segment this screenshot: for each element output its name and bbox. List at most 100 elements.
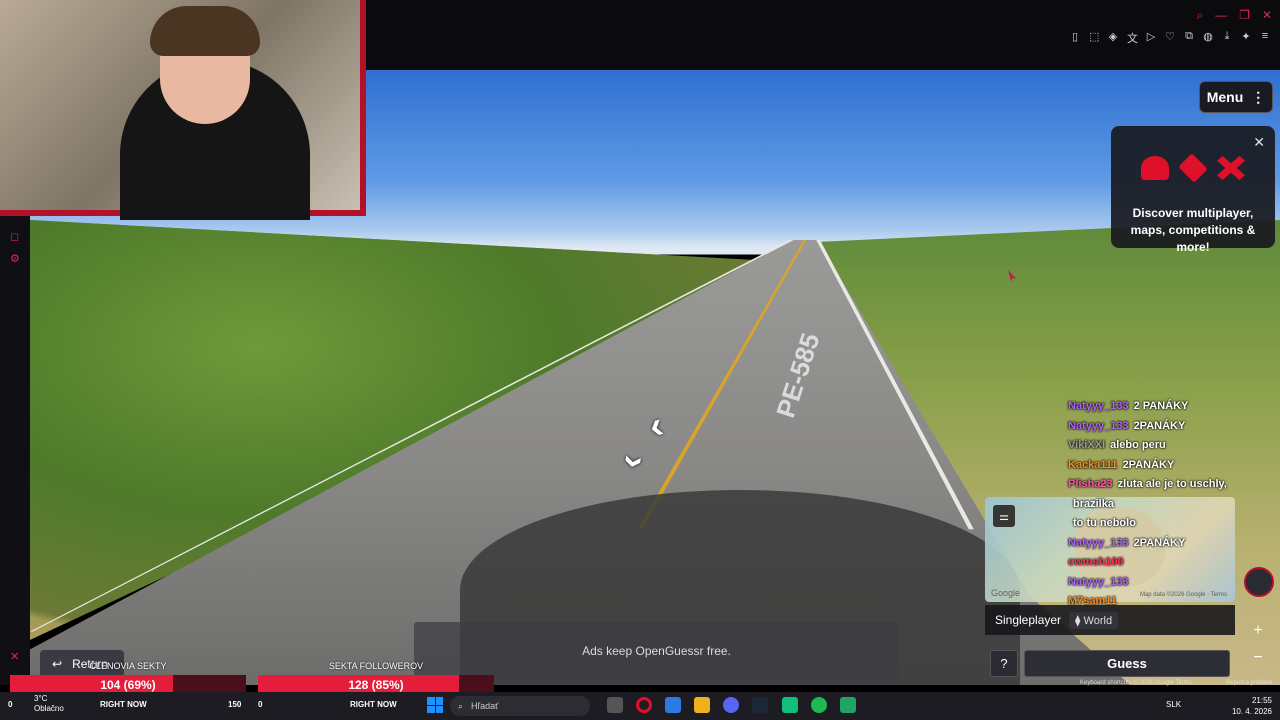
promo-text: Discover multiplayer, maps, competitions… xyxy=(1130,206,1256,254)
task-view-icon[interactable] xyxy=(607,697,623,713)
chat-message: brazilka xyxy=(1068,495,1268,515)
chat-message: Natyyy_133 2 PANÁKY xyxy=(1068,397,1268,417)
chat-username: Natyyy_133 xyxy=(1068,419,1129,432)
shield-icon[interactable]: ◈ xyxy=(1108,30,1118,46)
map-chip[interactable]: ⧫ World xyxy=(1069,611,1119,629)
chat-username: Natyyy_133 xyxy=(1068,536,1129,549)
menu-icon[interactable]: ≡ xyxy=(1260,30,1270,46)
report-problem-link[interactable]: Report a problem xyxy=(1226,680,1272,686)
webcam-overlay xyxy=(0,0,366,220)
taskbar-search[interactable]: ⌕ Hľadať xyxy=(450,696,590,716)
guess-button[interactable]: Guess xyxy=(1024,650,1230,677)
ad-text: Ads keep OpenGuessr free. xyxy=(582,644,731,658)
notepad-icon[interactable] xyxy=(840,697,856,713)
goal-title: SEKTA FOLLOWEROV xyxy=(328,661,424,671)
chat-message: to tu nebolo xyxy=(1068,514,1268,534)
goal-label: RIGHT NOW xyxy=(100,700,147,709)
search-icon: ⌕ xyxy=(458,700,464,711)
chat-text: to tu nebolo xyxy=(1073,517,1136,529)
search-icon[interactable]: ⌕ xyxy=(1196,8,1203,23)
chat-message: Natyyy_133 2PANÁKY xyxy=(1068,417,1268,437)
taskbar-clock[interactable]: 21:55 10. 4. 2026 xyxy=(1222,695,1272,717)
zoom-out-icon[interactable]: − xyxy=(1247,648,1269,670)
file-explorer-icon[interactable] xyxy=(694,697,710,713)
close-icon[interactable]: ✕ xyxy=(1253,134,1265,151)
promo-card[interactable]: ✕ Discover multiplayer, maps, competitio… xyxy=(1111,126,1275,254)
menu-label: Menu xyxy=(1206,89,1244,105)
bell-shape-icon xyxy=(1141,156,1169,180)
screenshot-icon[interactable]: ⬚ xyxy=(1089,30,1099,46)
goal-title: ČLENOVIA SEKTY xyxy=(89,661,167,671)
settings-icon[interactable]: ⚙ xyxy=(10,252,22,265)
star-shape-icon xyxy=(1217,156,1245,180)
minimize-icon[interactable]: — xyxy=(1215,8,1227,23)
app-icon[interactable] xyxy=(782,697,798,713)
chat-text: 2PANÁKY xyxy=(1133,419,1186,432)
game-mode: Singleplayer xyxy=(995,613,1062,627)
chat-message: Natyyy_133 2PANÁKY xyxy=(1068,534,1268,554)
map-footer-links[interactable]: Keyboard shortcuts © 2026 Google Terms xyxy=(1080,680,1192,686)
outlook-icon[interactable] xyxy=(665,697,681,713)
chat-message: VikiXXI alebo peru xyxy=(1068,436,1268,456)
chat-text: brazilka xyxy=(1073,497,1114,510)
opera-gx-icon[interactable] xyxy=(636,697,652,713)
goal-members: ČLENOVIA SEKTY 104 (69%) xyxy=(10,661,246,695)
steam-icon[interactable] xyxy=(752,697,768,713)
chat-text: 2PANÁKY xyxy=(1122,458,1175,471)
windows-taskbar: 3°C Oblačno 0 RIGHT NOW 150 0 RIGHT NOW … xyxy=(0,692,1280,720)
chat-message: cwmsh100 xyxy=(1068,553,1268,573)
google-logo: Google xyxy=(991,588,1021,598)
chat-text: zluta ale je to uschly, xyxy=(1117,478,1227,490)
chat-username: Natyyy_133 xyxy=(1068,400,1129,412)
translate-icon[interactable]: 文 xyxy=(1127,30,1138,46)
compass-icon[interactable] xyxy=(1244,567,1274,597)
extension-icons: ▯ ⬚ ◈ 文 ▷ ♡ ⧉ ◍ ⤓ ✦ ≡ xyxy=(1070,30,1270,46)
play-icon[interactable]: ▷ xyxy=(1146,30,1156,46)
clock-date: 10. 4. 2026 xyxy=(1231,707,1272,716)
chat-message: Natyyy_133 xyxy=(1068,573,1268,593)
weather-widget[interactable]: 3°C Oblačno xyxy=(34,694,64,714)
download-icon[interactable]: ⤓ xyxy=(1222,30,1232,46)
goal-min: 0 xyxy=(258,700,263,709)
discord-icon[interactable] xyxy=(723,697,739,713)
map-name: World xyxy=(1083,614,1113,627)
zoom-in-icon[interactable]: + xyxy=(1247,621,1269,643)
chat-overlay: Natyyy_133 2 PANÁKY Natyyy_133 2PANÁKY VikiX… xyxy=(1068,397,1268,612)
goal-label: RIGHT NOW xyxy=(350,700,397,709)
chat-username: VikiXXI xyxy=(1068,439,1106,451)
chat-username: cwmsh100 xyxy=(1068,556,1124,568)
chat-text: 2 PANÁKY xyxy=(1133,400,1189,412)
weather-desc: Oblačno xyxy=(34,704,64,713)
chat-message: Kacka111 2PANÁKY xyxy=(1068,456,1268,476)
language-indicator[interactable]: SLK xyxy=(1166,700,1181,709)
kebab-icon: ⋮ xyxy=(1251,88,1266,105)
menu-button[interactable]: Menu ⋮ xyxy=(1199,81,1273,113)
goal-followers: SEKTA FOLLOWEROV 128 (85%) xyxy=(258,661,494,695)
streamer-hair xyxy=(150,6,260,56)
bookmark-icon[interactable]: ▯ xyxy=(1070,30,1080,46)
weather-temp: 3°C xyxy=(34,694,48,703)
windows-start-icon[interactable] xyxy=(427,697,443,713)
game-mode-bar: Singleplayer ⧫ World xyxy=(985,605,1235,635)
minimap-settings-icon[interactable]: ⚌ xyxy=(993,505,1015,527)
puzzle-icon[interactable]: ⧉ xyxy=(1184,30,1194,46)
guess-controls: ? Guess xyxy=(990,650,1230,677)
close-icon[interactable]: ✕ xyxy=(1262,8,1272,23)
chat-text: 2PANÁKY xyxy=(1133,536,1186,549)
window-controls: ⌕ — ❐ ✕ xyxy=(1196,8,1272,23)
promo-illustration xyxy=(1141,153,1245,183)
chat-username: Natyyy_133 xyxy=(1068,575,1129,588)
chat-username: Kacka111 xyxy=(1068,458,1118,471)
restore-icon[interactable]: ❐ xyxy=(1239,8,1250,23)
profile-icon[interactable]: ◍ xyxy=(1203,30,1213,46)
heart-icon[interactable]: ♡ xyxy=(1165,30,1175,46)
goal-max: 150 xyxy=(228,700,242,709)
chat-text: alebo peru xyxy=(1110,439,1166,451)
cube-shape-icon xyxy=(1178,153,1208,183)
chat-username: Plisha23 xyxy=(1068,478,1113,490)
instagram-icon[interactable]: ◻ xyxy=(10,230,22,243)
goal-min: 0 xyxy=(8,700,13,709)
spotify-icon[interactable] xyxy=(811,697,827,713)
ai-icon[interactable]: ✦ xyxy=(1241,30,1251,46)
help-button[interactable]: ? xyxy=(990,650,1018,677)
